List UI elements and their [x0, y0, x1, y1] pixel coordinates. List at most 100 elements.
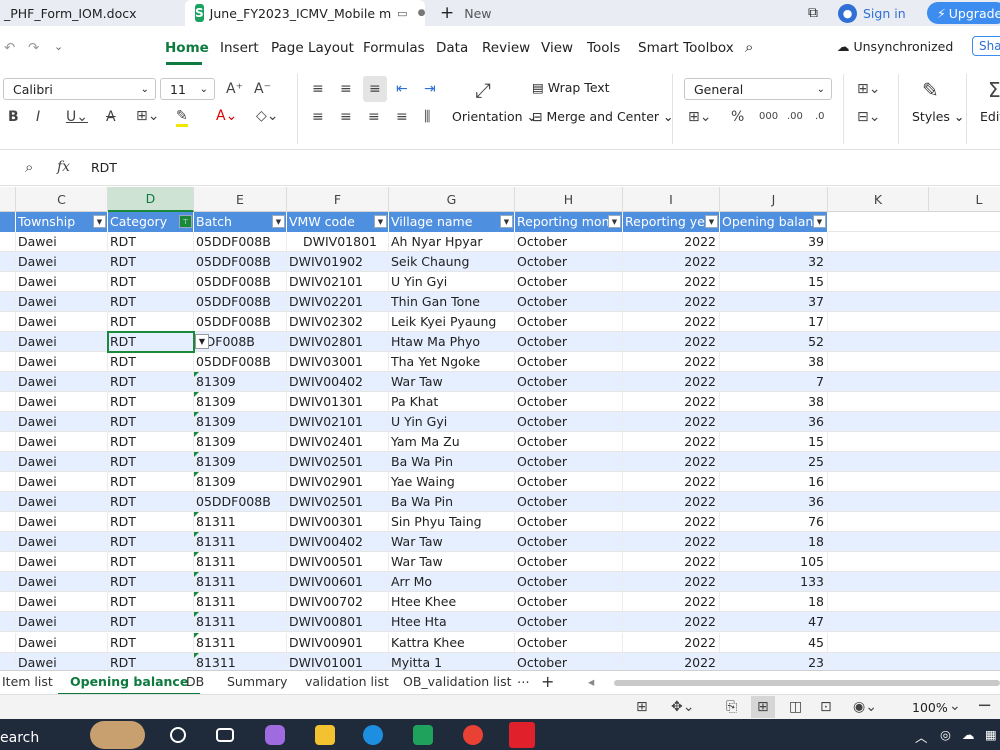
- table-cell[interactable]: 17: [720, 312, 828, 332]
- column-header[interactable]: G: [389, 187, 515, 212]
- edit-label[interactable]: Edit: [980, 109, 1000, 124]
- page-layout-icon[interactable]: ⊡: [820, 699, 832, 715]
- table-cell[interactable]: Dawei: [16, 472, 108, 492]
- table-cell[interactable]: Pa Khat: [389, 392, 515, 412]
- table-cell[interactable]: Dawei: [16, 612, 108, 632]
- sync-status[interactable]: ☁ Unsynchronized: [837, 39, 953, 54]
- column-header[interactable]: L: [929, 187, 1000, 212]
- row-edge-cell[interactable]: i: [0, 272, 16, 292]
- page-break-icon[interactable]: ◫: [789, 699, 802, 715]
- row-edge-cell[interactable]: i: [0, 492, 16, 512]
- table-cell[interactable]: 23: [720, 653, 828, 670]
- row-edge-cell[interactable]: i: [0, 633, 16, 653]
- wps-icon[interactable]: [509, 722, 535, 748]
- table-cell[interactable]: DWIV02101: [287, 412, 389, 432]
- row-edge-cell[interactable]: i: [0, 452, 16, 472]
- table-header-cell[interactable]: Reporting ye ▼: [623, 212, 720, 232]
- row-edge-cell[interactable]: i: [0, 612, 16, 632]
- row-edge-cell[interactable]: i: [0, 332, 16, 352]
- row-edge-cell[interactable]: i: [0, 512, 16, 532]
- table-cell[interactable]: 36: [720, 492, 828, 512]
- table-header-cell[interactable]: VMW code ▼: [287, 212, 389, 232]
- table-cell[interactable]: DWIV02501: [287, 492, 389, 512]
- doc-tab-active[interactable]: S June_FY2023_ICMV_Mobile m ▭ ●: [185, 0, 425, 26]
- zoom-icon[interactable]: ⌕: [25, 159, 33, 175]
- table-cell[interactable]: 38: [720, 352, 828, 372]
- menu-page-layout[interactable]: Page Layout: [271, 40, 354, 56]
- cell-dropdown-icon[interactable]: ▼: [195, 334, 209, 349]
- align-middle-icon[interactable]: ≡: [340, 81, 352, 97]
- table-cell[interactable]: 81309: [194, 412, 287, 432]
- filter-dropdown-icon[interactable]: ▼: [608, 215, 621, 228]
- table-cell[interactable]: Arr Mo: [389, 572, 515, 592]
- tray-network-icon[interactable]: ☁: [962, 727, 975, 742]
- table-cell[interactable]: RDT: [108, 412, 194, 432]
- table-cell[interactable]: 05DDF008B: [194, 232, 287, 252]
- table-cell[interactable]: Dawei: [16, 372, 108, 392]
- widgets-icon[interactable]: [216, 728, 234, 742]
- menu-review[interactable]: Review: [482, 40, 530, 56]
- table-cell[interactable]: 45: [720, 633, 828, 653]
- table-cell[interactable]: Dawei: [16, 512, 108, 532]
- table-cell[interactable]: RDT: [108, 232, 194, 252]
- normal-view-icon[interactable]: ⊞: [751, 696, 775, 718]
- orientation-icon[interactable]: ⤢: [475, 80, 491, 100]
- add-sheet-icon[interactable]: +: [541, 672, 554, 691]
- decrease-decimal-icon[interactable]: .0: [815, 109, 825, 125]
- menu-smart-toolbox[interactable]: Smart Toolbox: [638, 40, 734, 56]
- table-cell[interactable]: 2022: [623, 432, 720, 452]
- table-cell[interactable]: 81309: [194, 452, 287, 472]
- table-cell[interactable]: Dawei: [16, 232, 108, 252]
- chrome-icon[interactable]: [463, 725, 483, 745]
- table-cell[interactable]: RDT: [108, 452, 194, 472]
- table-cell[interactable]: Seik Chaung: [389, 252, 515, 272]
- table-cell[interactable]: October: [515, 352, 623, 372]
- table-header-cell[interactable]: Village name ▼: [389, 212, 515, 232]
- doc-tab-phf[interactable]: _PHF_Form_IOM.docx: [4, 0, 137, 26]
- strikethrough-icon[interactable]: A: [106, 109, 116, 125]
- share-button[interactable]: Share: [972, 36, 1000, 56]
- table-cell[interactable]: DWIV02401: [287, 432, 389, 452]
- eye-icon[interactable]: ◉⌄: [853, 699, 877, 715]
- currency-icon[interactable]: ⊞⌄: [688, 109, 711, 125]
- table-cell[interactable]: 2022: [623, 512, 720, 532]
- table-cell[interactable]: DWIV00702: [287, 592, 389, 612]
- wrap-text-button[interactable]: ▤ Wrap Text: [532, 80, 610, 95]
- indent-decrease-icon[interactable]: ⇤: [396, 81, 408, 97]
- row-edge-cell[interactable]: i: [0, 592, 16, 612]
- signin-button[interactable]: ● Sign in: [838, 0, 906, 26]
- filter-dropdown-icon[interactable]: ▼: [705, 215, 718, 228]
- search-icon[interactable]: ⌕: [745, 38, 753, 56]
- table-cell[interactable]: 81311: [194, 572, 287, 592]
- table-cell[interactable]: 15: [720, 272, 828, 292]
- table-cell[interactable]: DWIV03001: [287, 352, 389, 372]
- monitor-icon[interactable]: ▭: [397, 7, 407, 20]
- table-cell[interactable]: October: [515, 412, 623, 432]
- table-cell[interactable]: Myitta 1: [389, 653, 515, 670]
- table-cell[interactable]: U Yin Gyi: [389, 412, 515, 432]
- table-cell[interactable]: 32: [720, 252, 828, 272]
- tray-app-icon[interactable]: ◎: [940, 727, 951, 742]
- table-cell[interactable]: DWIV02501: [287, 452, 389, 472]
- table-cell[interactable]: Yae Waing: [389, 472, 515, 492]
- table-cell[interactable]: Tha Yet Ngoke: [389, 352, 515, 372]
- table-cell[interactable]: 81309: [194, 432, 287, 452]
- table-cell[interactable]: 81311: [194, 512, 287, 532]
- table-cell[interactable]: Sin Phyu Taing: [389, 512, 515, 532]
- align-left-icon[interactable]: ≡: [312, 109, 324, 125]
- row-edge-cell[interactable]: i: [0, 372, 16, 392]
- table-cell[interactable]: 18: [720, 592, 828, 612]
- table-cell[interactable]: Htee Hta: [389, 612, 515, 632]
- table-cell[interactable]: RDT: [108, 572, 194, 592]
- sheet-tab-ob-validation-list[interactable]: OB_validation list: [403, 674, 512, 689]
- table-cell[interactable]: 133: [720, 572, 828, 592]
- thousands-icon[interactable]: 000: [759, 109, 778, 125]
- table-cell[interactable]: DWIV01801: [287, 232, 389, 252]
- table-cell[interactable]: Dawei: [16, 492, 108, 512]
- row-edge-cell[interactable]: i: [0, 572, 16, 592]
- underline-icon[interactable]: U⌄: [66, 109, 88, 125]
- table-cell[interactable]: 2022: [623, 252, 720, 272]
- table-cell[interactable]: Htee Khee: [389, 592, 515, 612]
- table-header-cell[interactable]: Batch ▼: [194, 212, 287, 232]
- table-cell[interactable]: RDT: [108, 352, 194, 372]
